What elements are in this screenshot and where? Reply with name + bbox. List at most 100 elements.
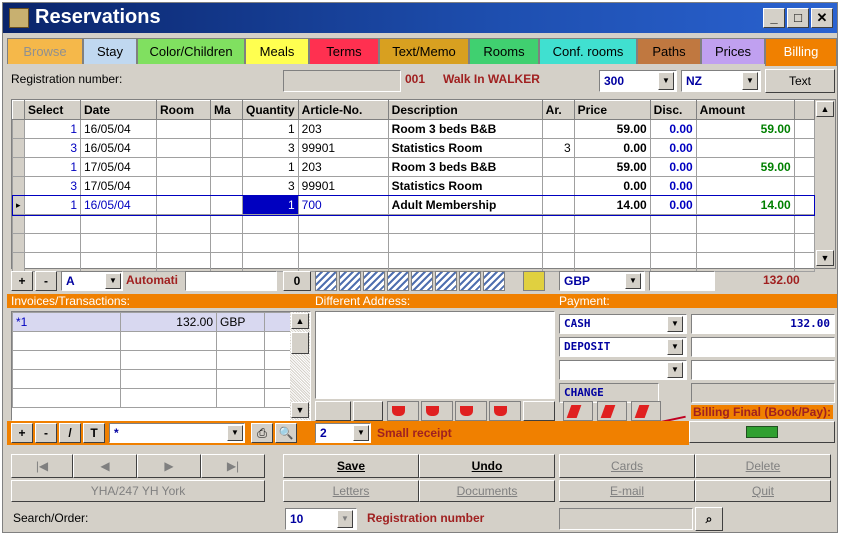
- tab-color-children[interactable]: Color/Children: [137, 38, 245, 64]
- cell-amount[interactable]: 14.00: [695, 195, 795, 215]
- mode-dropdown-icon[interactable]: ▼: [105, 273, 121, 289]
- close-button[interactable]: ✕: [811, 8, 833, 28]
- invoices-scrollbar[interactable]: ▲ ▼: [290, 312, 310, 420]
- different-address-input[interactable]: [315, 311, 555, 399]
- col-amount[interactable]: Amount: [695, 100, 795, 120]
- cell-room[interactable]: [156, 233, 211, 253]
- last-record-button[interactable]: ▶|: [201, 454, 265, 478]
- invoices-scroll-down-icon[interactable]: ▼: [291, 402, 309, 418]
- cell-select[interactable]: 3: [24, 138, 81, 158]
- cell-qty[interactable]: 1: [242, 195, 299, 215]
- cell-date[interactable]: 17/05/04: [80, 157, 157, 177]
- cell-amount[interactable]: [695, 252, 795, 272]
- cell-date[interactable]: 16/05/04: [80, 195, 157, 215]
- row-indicator[interactable]: [12, 157, 25, 177]
- table-row[interactable]: [12, 214, 815, 234]
- cell-disc[interactable]: 0.00: [649, 119, 697, 139]
- cell-desc[interactable]: [387, 233, 543, 253]
- cell-desc[interactable]: [387, 252, 543, 272]
- cell-disc[interactable]: 0.00: [649, 157, 697, 177]
- address-tool-1-icon[interactable]: [387, 401, 419, 421]
- cell-select[interactable]: 1: [24, 157, 81, 177]
- col-quantity[interactable]: Quantity: [242, 100, 299, 120]
- cell-date[interactable]: [80, 214, 157, 234]
- cell-disc[interactable]: 0.00: [649, 176, 697, 196]
- cell-article[interactable]: [297, 214, 389, 234]
- rate-6-icon[interactable]: [435, 271, 457, 291]
- table-row[interactable]: 3 17/05/04 3 99901 Statistics Room 0.00 0.00: [12, 176, 815, 196]
- row-indicator[interactable]: ▸: [12, 195, 25, 215]
- cell-select[interactable]: 1: [24, 195, 81, 215]
- rate-2-icon[interactable]: [339, 271, 361, 291]
- cell-amount[interactable]: 59.00: [695, 119, 795, 139]
- cell-qty[interactable]: [242, 233, 299, 253]
- col-ma[interactable]: Ma: [210, 100, 243, 120]
- invoice-row[interactable]: *1 132.00 GBP: [12, 312, 291, 332]
- cell-room[interactable]: [156, 157, 211, 177]
- col-disc[interactable]: Disc.: [649, 100, 697, 120]
- invoices-scroll-thumb[interactable]: [291, 332, 309, 354]
- invoice-filter-select[interactable]: *: [109, 423, 245, 443]
- cell-price[interactable]: [573, 214, 651, 234]
- cell-qty[interactable]: 1: [242, 157, 299, 177]
- edit-paint-icon[interactable]: [523, 271, 545, 291]
- cell-amount[interactable]: [695, 233, 795, 253]
- col-article-no[interactable]: Article-No.: [297, 100, 389, 120]
- scroll-down-icon[interactable]: ▼: [816, 250, 834, 266]
- cell-ar[interactable]: 3: [541, 138, 575, 158]
- cell-desc[interactable]: Statistics Room: [387, 176, 543, 196]
- payment-method-1-dropdown-icon[interactable]: ▼: [667, 316, 683, 332]
- address-clear-icon[interactable]: [315, 401, 351, 421]
- remove-invoice-button[interactable]: -: [35, 423, 57, 443]
- cell-ma[interactable]: [210, 138, 243, 158]
- payment-amount-3[interactable]: [691, 360, 835, 380]
- quit-button[interactable]: Quit: [695, 480, 831, 502]
- cell-ar[interactable]: [541, 176, 575, 196]
- next-record-button[interactable]: ▶: [137, 454, 201, 478]
- invoice-filter-dropdown-icon[interactable]: ▼: [227, 425, 243, 441]
- add-invoice-button[interactable]: +: [11, 423, 33, 443]
- cell-select[interactable]: [24, 233, 81, 253]
- country-dropdown-icon[interactable]: ▼: [742, 72, 758, 90]
- cell-price[interactable]: 0.00: [573, 176, 651, 196]
- cell-date[interactable]: 17/05/04: [80, 176, 157, 196]
- row-indicator[interactable]: [12, 214, 25, 234]
- row-indicator[interactable]: [12, 252, 25, 272]
- billing-final-button[interactable]: [689, 421, 835, 443]
- address-blank-button[interactable]: [353, 401, 383, 421]
- cell-date[interactable]: 16/05/04: [80, 119, 157, 139]
- first-record-button[interactable]: |◀: [11, 454, 73, 478]
- tab-stay[interactable]: Stay: [83, 38, 137, 64]
- table-row[interactable]: 3 16/05/04 3 99901 Statistics Room 3 0.00 0.00: [12, 138, 815, 158]
- cell-select[interactable]: [24, 214, 81, 234]
- address-tool-3-icon[interactable]: [455, 401, 487, 421]
- cell-article[interactable]: 203: [297, 157, 389, 177]
- zero-button[interactable]: 0: [283, 271, 311, 291]
- minimize-button[interactable]: _: [763, 8, 785, 28]
- col-select[interactable]: Select: [24, 100, 81, 120]
- cell-qty[interactable]: 3: [242, 138, 299, 158]
- col-room[interactable]: Room: [156, 100, 211, 120]
- payment-amount-2[interactable]: [691, 337, 835, 357]
- rate-4-icon[interactable]: [387, 271, 409, 291]
- cell-disc[interactable]: [649, 252, 697, 272]
- title-bar[interactable]: Reservations _ □ ✕: [3, 3, 837, 33]
- search-input[interactable]: [559, 508, 693, 530]
- cell-ma[interactable]: [210, 252, 243, 272]
- cell-date[interactable]: 16/05/04: [80, 138, 157, 158]
- cards-button[interactable]: Cards: [559, 454, 695, 478]
- cell-disc[interactable]: [649, 214, 697, 234]
- undo-button[interactable]: Undo: [419, 454, 555, 478]
- cell-ma[interactable]: [210, 157, 243, 177]
- cell-ar[interactable]: [541, 119, 575, 139]
- cell-amount[interactable]: [695, 176, 795, 196]
- add-line-button[interactable]: +: [11, 271, 33, 291]
- cell-desc[interactable]: Room 3 beds B&B: [387, 119, 543, 139]
- tab-browse[interactable]: Browse: [7, 38, 83, 64]
- save-button[interactable]: Save: [283, 454, 419, 478]
- location-button[interactable]: YHA/247 YH York: [11, 480, 265, 502]
- cell-price[interactable]: 14.00: [573, 195, 651, 215]
- table-row[interactable]: [12, 233, 815, 253]
- rate-7-icon[interactable]: [459, 271, 481, 291]
- address-tool-2-icon[interactable]: [421, 401, 453, 421]
